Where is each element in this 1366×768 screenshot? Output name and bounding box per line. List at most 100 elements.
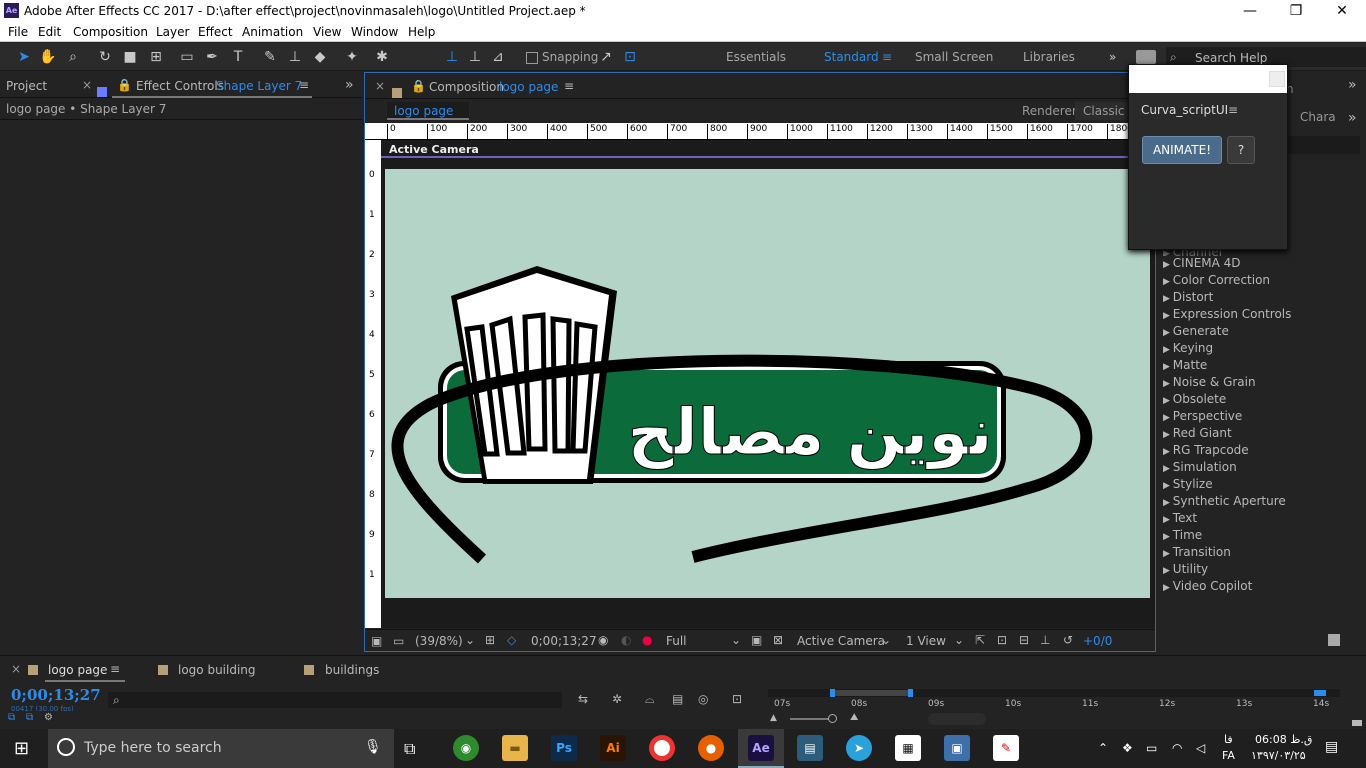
- tab-project[interactable]: Project: [6, 79, 47, 93]
- task-view-icon[interactable]: ⧉: [404, 739, 415, 759]
- rectangle-tool-icon[interactable]: ▭: [177, 47, 197, 67]
- effect-category-item[interactable]: ▶ Noise & Grain: [1160, 375, 1360, 392]
- snap-feather-icon[interactable]: ⊡: [620, 47, 640, 67]
- chrome-icon[interactable]: [649, 735, 675, 761]
- telegram-icon[interactable]: ➤: [846, 735, 872, 761]
- char-panel-overflow-icon[interactable]: »: [1348, 110, 1357, 126]
- view-layout-dropdown[interactable]: 1 View: [906, 634, 946, 648]
- monitor-icon[interactable]: ▭: [393, 634, 404, 648]
- menu-animation[interactable]: Animation: [242, 25, 303, 39]
- menu-help[interactable]: Help: [408, 25, 435, 39]
- current-time[interactable]: 0;00;13;27: [531, 634, 597, 648]
- timeline-tab-logo-page[interactable]: logo page: [48, 663, 107, 677]
- roto-brush-tool-icon[interactable]: ✦: [342, 47, 362, 67]
- app-media-icon[interactable]: ▤: [797, 735, 823, 761]
- pan-behind-tool-icon[interactable]: ⊞: [146, 47, 166, 67]
- local-axis-icon[interactable]: ⊥: [442, 47, 462, 67]
- effect-category-item[interactable]: ▶ Synthetic Aperture: [1160, 494, 1360, 511]
- draft-3d-icon[interactable]: ✲: [612, 692, 622, 706]
- timeline-tab-buildings[interactable]: buildings: [325, 663, 379, 677]
- calculator-icon[interactable]: ▦: [895, 735, 921, 761]
- tab-composition[interactable]: Composition: [429, 80, 504, 94]
- rotate-tool-icon[interactable]: ↻: [95, 47, 115, 67]
- flowchart-icon[interactable]: ⊥: [1040, 633, 1050, 647]
- timeline-search-field[interactable]: ⌕: [108, 692, 562, 708]
- microphone-icon[interactable]: 🎙: [364, 739, 382, 755]
- app-globe-icon[interactable]: ◉: [453, 735, 479, 761]
- effect-category-item[interactable]: ▶ Time: [1160, 528, 1360, 545]
- comp-lock-icon[interactable]: 🔒: [411, 79, 426, 93]
- clock-time[interactable]: 06:08 ق.ظ: [1255, 733, 1312, 746]
- snap-edge-icon[interactable]: ↗: [596, 47, 616, 67]
- panel-overflow-icon[interactable]: »: [345, 77, 354, 93]
- notification-icon[interactable]: ▤: [1325, 739, 1338, 755]
- after-effects-taskbar-button[interactable]: Ae: [738, 729, 784, 768]
- help-button[interactable]: ?: [1227, 136, 1255, 164]
- panel-menu-icon[interactable]: ≡: [299, 78, 309, 92]
- reset-exposure-icon[interactable]: ↺: [1063, 633, 1073, 647]
- effect-category-item[interactable]: ▶ Generate: [1160, 324, 1360, 341]
- comp-canvas[interactable]: نوین مصالح: [385, 169, 1150, 598]
- timeline-scrollbar[interactable]: [928, 713, 986, 725]
- effects-search-field[interactable]: [1288, 136, 1360, 154]
- menu-file[interactable]: File: [8, 25, 28, 39]
- snapshot-icon[interactable]: ◉: [598, 633, 608, 647]
- pen-tool-icon[interactable]: ✒: [202, 47, 222, 67]
- illustrator-icon[interactable]: Ai: [600, 735, 626, 761]
- workspace-libraries[interactable]: Libraries: [1023, 50, 1075, 64]
- workspace-standard[interactable]: Standard: [824, 50, 879, 64]
- close-button[interactable]: ✕: [1319, 0, 1365, 22]
- safe-margins-icon[interactable]: ⊞: [485, 633, 495, 647]
- tab-character[interactable]: Chara: [1300, 110, 1336, 124]
- new-folder-icon[interactable]: [1328, 634, 1340, 646]
- transparency-grid-icon[interactable]: ⊠: [773, 633, 783, 647]
- close-timeline-icon[interactable]: ×: [11, 662, 21, 676]
- maximize-button[interactable]: ❐: [1273, 0, 1319, 22]
- volume-icon[interactable]: ◁: [1196, 741, 1205, 755]
- menu-layer[interactable]: Layer: [156, 25, 189, 39]
- menu-composition[interactable]: Composition: [73, 25, 148, 39]
- zoom-tool-icon[interactable]: ⌕: [63, 47, 83, 67]
- comp-mini-flowchart-icon[interactable]: ⇆: [578, 692, 588, 706]
- zoom-out-icon[interactable]: ▲: [770, 713, 777, 723]
- selection-tool-icon[interactable]: ➤: [14, 47, 34, 67]
- dropbox-icon[interactable]: ❖: [1122, 741, 1133, 755]
- mask-visibility-icon[interactable]: ◇: [507, 633, 516, 647]
- animate-button[interactable]: ANIMATE!: [1142, 136, 1222, 164]
- effect-category-item[interactable]: ▶ Expression Controls: [1160, 307, 1360, 324]
- resolution-dropdown[interactable]: Full: [666, 634, 687, 648]
- lock-icon[interactable]: 🔒: [117, 78, 132, 92]
- timeline-zoom-slider[interactable]: [790, 714, 837, 723]
- close-project-icon[interactable]: ×: [82, 78, 92, 92]
- work-area-bar[interactable]: [768, 689, 1340, 697]
- camera-view-dropdown[interactable]: Active Camera: [797, 634, 885, 648]
- app-red-icon[interactable]: ✎: [993, 735, 1019, 761]
- lang-code[interactable]: FA: [1222, 749, 1235, 762]
- file-explorer-icon[interactable]: ▬: [502, 735, 528, 761]
- photoshop-icon[interactable]: Ps: [551, 735, 577, 761]
- world-axis-icon[interactable]: ⊥: [465, 47, 485, 67]
- workspace-essentials[interactable]: Essentials: [726, 50, 786, 64]
- effect-category-item[interactable]: ▶ Red Giant: [1160, 426, 1360, 443]
- effect-category-item[interactable]: ▶ Text: [1160, 511, 1360, 528]
- effect-category-item[interactable]: ▶ Matte: [1160, 358, 1360, 375]
- effect-category-item[interactable]: ▶ Distort: [1160, 290, 1360, 307]
- view-axis-icon[interactable]: ⊿: [488, 47, 508, 67]
- channel-icon[interactable]: ●: [642, 633, 652, 647]
- start-windows-icon[interactable]: ⊞: [14, 738, 29, 759]
- zoom-in-icon[interactable]: ⛰: [850, 712, 858, 723]
- effect-category-item[interactable]: ▶ CINEMA 4D: [1160, 256, 1360, 273]
- puppet-pin-tool-icon[interactable]: ✱: [372, 47, 392, 67]
- hide-shy-icon[interactable]: ⌓: [645, 692, 655, 707]
- menu-view[interactable]: View: [313, 25, 341, 39]
- effect-category-item[interactable]: ▶ Simulation: [1160, 460, 1360, 477]
- effect-category-item[interactable]: ▶ Transition: [1160, 545, 1360, 562]
- always-preview-icon[interactable]: ▣: [371, 634, 382, 648]
- clone-stamp-tool-icon[interactable]: ⊥: [285, 47, 305, 67]
- effect-category-item[interactable]: ▶ Utility: [1160, 562, 1360, 579]
- effect-category-item[interactable]: ▶ Video Copilot: [1160, 579, 1360, 596]
- effect-category-item[interactable]: ▶ Keying: [1160, 341, 1360, 358]
- minimize-button[interactable]: —: [1227, 0, 1273, 22]
- timeline-timecode[interactable]: 0;00;13;27: [11, 686, 101, 704]
- eraser-tool-icon[interactable]: ◆: [310, 47, 330, 67]
